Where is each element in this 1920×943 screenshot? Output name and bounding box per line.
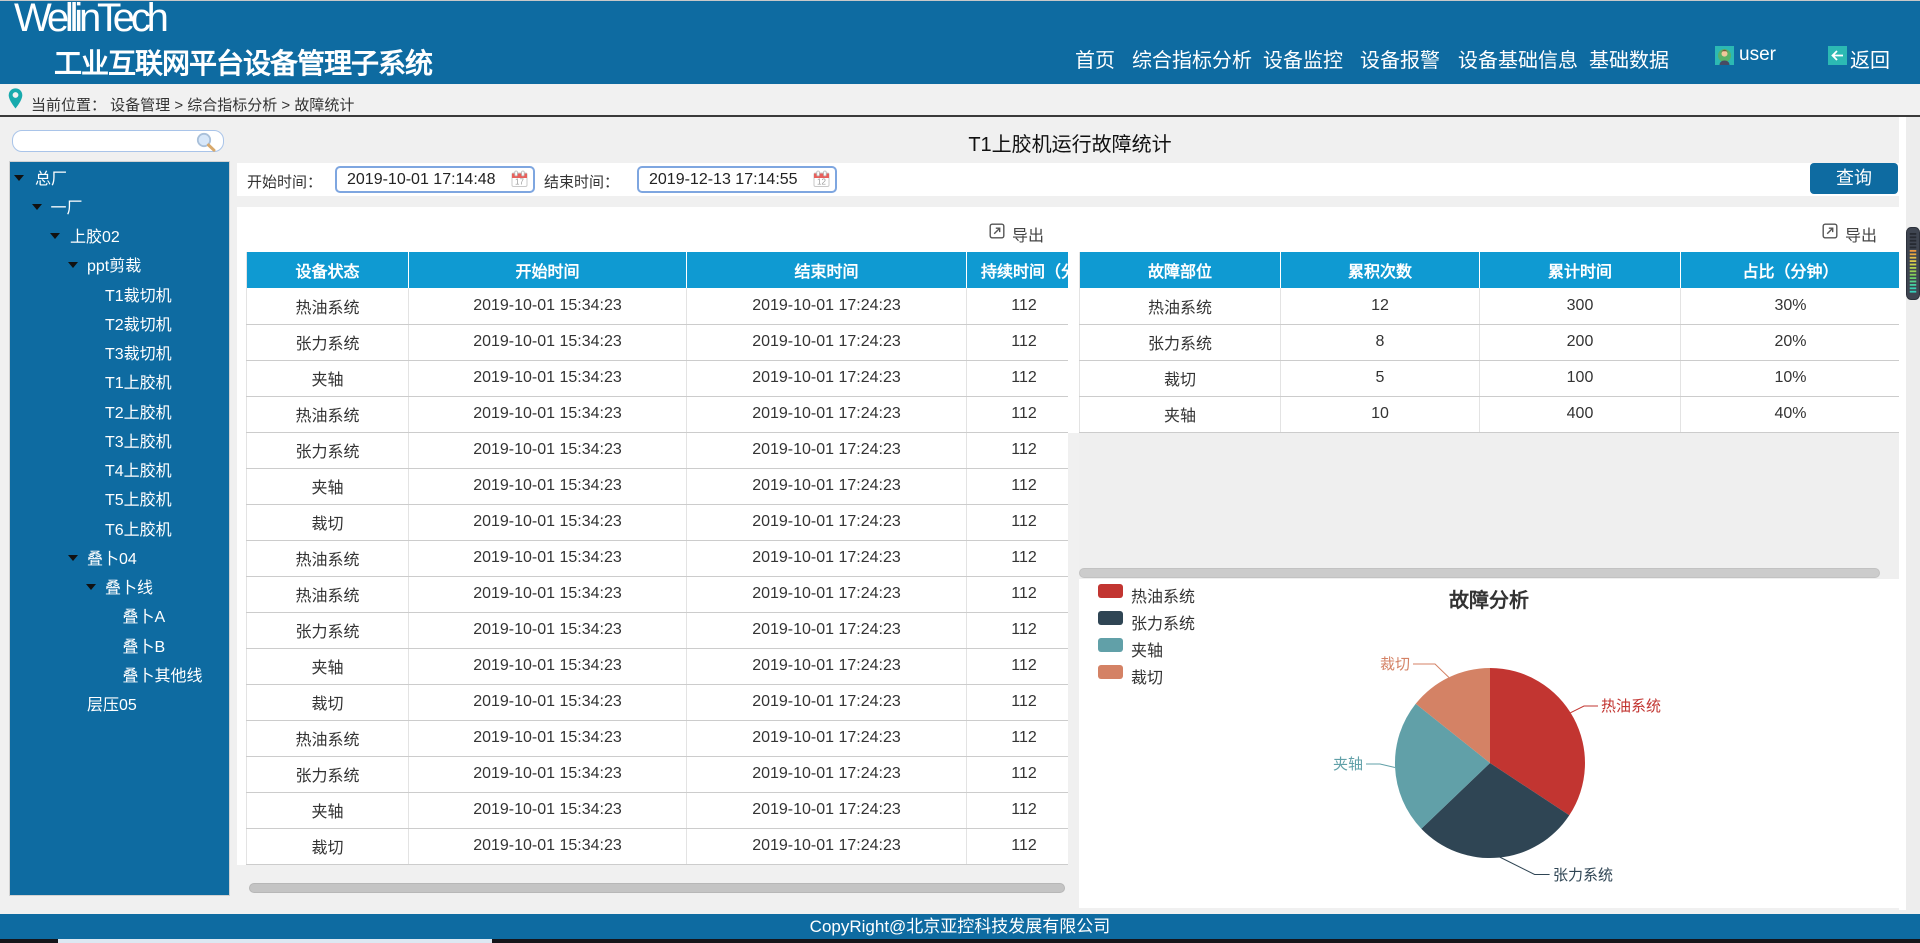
svg-text:张力系统: 张力系统 <box>1553 867 1613 884</box>
svg-text:热油系统: 热油系统 <box>1601 698 1661 715</box>
svg-text:夹轴: 夹轴 <box>1333 756 1363 773</box>
svg-text:裁切: 裁切 <box>1380 656 1410 673</box>
svg-text:12: 12 <box>817 178 826 187</box>
svg-text:17: 17 <box>515 178 524 187</box>
